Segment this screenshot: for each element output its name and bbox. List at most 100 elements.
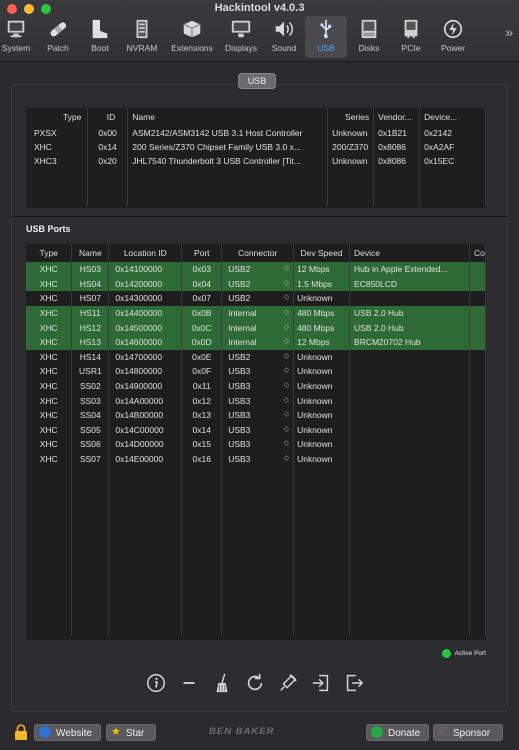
lock-icon[interactable] [14, 724, 28, 740]
tab-boot[interactable]: Boot [77, 16, 123, 58]
table-cell: XHC3 [26, 154, 89, 168]
cell-text: XHC [39, 439, 58, 450]
table-row[interactable]: XHC 0x14 200 Series/Z370 Chipset Family US… [26, 140, 486, 154]
export-icon[interactable] [343, 672, 365, 694]
table-row[interactable]: XHC SS03 0x14A00000 0x12 USB3 ◇ Unknown [26, 393, 486, 408]
heart-icon: ♡ [438, 726, 448, 739]
cell-text: 0x14300000 [115, 293, 163, 304]
column-header[interactable]: Connector [221, 244, 295, 262]
table-cell: HS12 [71, 320, 110, 335]
table-cell: 0x12 [181, 393, 223, 408]
table-cell: XHC [26, 305, 73, 321]
column-header[interactable]: ID [87, 108, 129, 126]
chevron-updown-icon: ◇ [283, 367, 290, 375]
tab-nvram[interactable]: NVRAM [119, 16, 165, 58]
cell-text: 0x14700000 [115, 351, 163, 362]
connector-select[interactable]: Internal ◇ [221, 305, 295, 321]
section-label: USB [238, 73, 276, 89]
table-cell: 200/Z370 [327, 140, 375, 154]
table-row[interactable]: XHC HS03 0x14100000 0x03 USB2 ◇ 12 Mbps Hub in … [26, 262, 486, 277]
connector-select[interactable]: USB3 ◇ [221, 393, 295, 408]
table-row[interactable]: XHC HS04 0x14200000 0x04 USB2 ◇ 1.5 Mbps EC850L… [26, 276, 486, 292]
tab-displays[interactable]: Displays [218, 16, 264, 58]
connector-select[interactable]: USB3 ◇ [221, 407, 295, 423]
minus-icon[interactable] [178, 672, 200, 694]
column-header[interactable]: Name [127, 108, 329, 126]
sponsor-button[interactable]: ♡ Sponsor [433, 724, 503, 741]
connector-select[interactable]: Internal ◇ [221, 334, 295, 350]
connector-select[interactable]: USB3 ◇ [221, 422, 295, 438]
cell-text: 0x14 [192, 424, 211, 435]
toolbar-overflow-button[interactable]: » [505, 24, 513, 40]
connector-select[interactable]: USB2 ◇ [221, 262, 295, 277]
table-cell: Unknown [293, 393, 351, 408]
table-row[interactable]: XHC SS07 0x14E00000 0x16 USB3 ◇ Unknown [26, 451, 486, 467]
table-row[interactable]: XHC SS06 0x14D00000 0x15 USB3 ◇ Unknown [26, 437, 486, 452]
table-cell: HS07 [71, 291, 110, 306]
table-cell: 0x20 [87, 154, 129, 168]
tab-usb[interactable]: USB [305, 16, 347, 58]
info-icon[interactable] [145, 672, 167, 694]
table-row[interactable]: XHC USR1 0x14800000 0x0F USB3 ◇ Unknown [26, 364, 486, 379]
tab-power[interactable]: Power [430, 16, 476, 58]
connector-select[interactable]: USB2 ◇ [221, 291, 295, 306]
cell-text: 0x11 [192, 381, 211, 392]
import-icon[interactable] [310, 672, 332, 694]
column-header[interactable]: Device... [419, 108, 486, 126]
table-row[interactable]: XHC SS05 0x14C00000 0x14 USB3 ◇ Unknown [26, 422, 486, 438]
table-cell: 0x14D00000 [108, 437, 183, 452]
cell-text: XHC [39, 395, 58, 406]
column-header[interactable]: Dev Speed [293, 244, 351, 262]
tab-pcie[interactable]: PCIe [388, 16, 434, 58]
tab-label: NVRAM [126, 43, 158, 53]
cell-text: HS14 [79, 351, 101, 362]
cell-text: HS07 [79, 293, 101, 304]
controllers-table[interactable]: Type ID Name Series Vendor... Device... … [26, 108, 486, 208]
ports-table[interactable]: Type Name Location ID Port Connector Dev… [26, 244, 486, 640]
star-button[interactable]: ★ Star [106, 724, 156, 741]
column-header[interactable]: Series [327, 108, 375, 126]
column-header[interactable]: Co [469, 244, 486, 262]
table-row[interactable]: XHC SS02 0x14900000 0x11 USB3 ◇ Unknown [26, 378, 486, 394]
table-row[interactable]: XHC HS11 0x14400000 0x0B Internal ◇ 480 Mbps US… [26, 305, 486, 321]
column-header[interactable]: Port [181, 244, 223, 262]
connector-select[interactable]: USB3 ◇ [221, 378, 295, 394]
table-row[interactable]: XHC HS13 0x14600000 0x0D Internal ◇ 12 Mbps BRC… [26, 334, 486, 350]
tab-system[interactable]: System [0, 16, 39, 58]
donate-button[interactable]: Donate [366, 724, 429, 741]
tab-sound[interactable]: Sound [261, 16, 307, 58]
connector-select[interactable]: Internal ◇ [221, 320, 295, 335]
connector-select[interactable]: USB2 ◇ [221, 276, 295, 292]
tab-patch[interactable]: Patch [35, 16, 81, 58]
column-header[interactable]: Location ID [108, 244, 183, 262]
split-divider[interactable] [11, 216, 508, 217]
column-header[interactable]: Vendor... [373, 108, 421, 126]
column-header[interactable]: Device [349, 244, 470, 262]
active-dot-icon [441, 649, 451, 658]
connector-select[interactable]: USB3 ◇ [221, 364, 295, 379]
broom-icon[interactable] [211, 672, 233, 694]
table-row[interactable]: PXSX 0x00 ASM2142/ASM3142 USB 3.1 Host Con… [26, 126, 486, 140]
column-header[interactable]: Name [71, 244, 110, 262]
connector-select[interactable]: USB3 ◇ [221, 437, 295, 452]
connector-select[interactable]: USB3 ◇ [221, 451, 295, 467]
injector-icon[interactable] [277, 672, 299, 694]
connector-select-value: USB3 [228, 395, 251, 406]
cell-text: 1.5 Mbps [297, 278, 333, 289]
column-header[interactable]: Type [26, 244, 73, 262]
table-cell: HS14 [71, 349, 110, 365]
table-row[interactable]: XHC3 0x20 JHL7540 Thunderbolt 3 USB Contro… [26, 154, 486, 168]
table-row[interactable]: XHC HS12 0x14500000 0x0C Internal ◇ 480 Mbps US… [26, 320, 486, 335]
website-button[interactable]: Website [34, 724, 101, 741]
column-header[interactable]: Type [26, 108, 89, 126]
chevron-updown-icon: ◇ [283, 309, 290, 317]
connector-select[interactable]: USB2 ◇ [221, 349, 295, 365]
table-row[interactable]: XHC HS07 0x14300000 0x07 USB2 ◇ Unknown [26, 291, 486, 306]
table-cell: 0x14600000 [108, 334, 183, 350]
refresh-icon[interactable] [244, 672, 266, 694]
table-row[interactable]: XHC SS04 0x14B00000 0x13 USB3 ◇ Unknown [26, 407, 486, 423]
tab-disks[interactable]: Disks [346, 16, 392, 58]
tab-label: Patch [47, 43, 69, 53]
tab-extensions[interactable]: Extensions [166, 16, 218, 58]
table-row[interactable]: XHC HS14 0x14700000 0x0E USB2 ◇ Unknown [26, 349, 486, 365]
